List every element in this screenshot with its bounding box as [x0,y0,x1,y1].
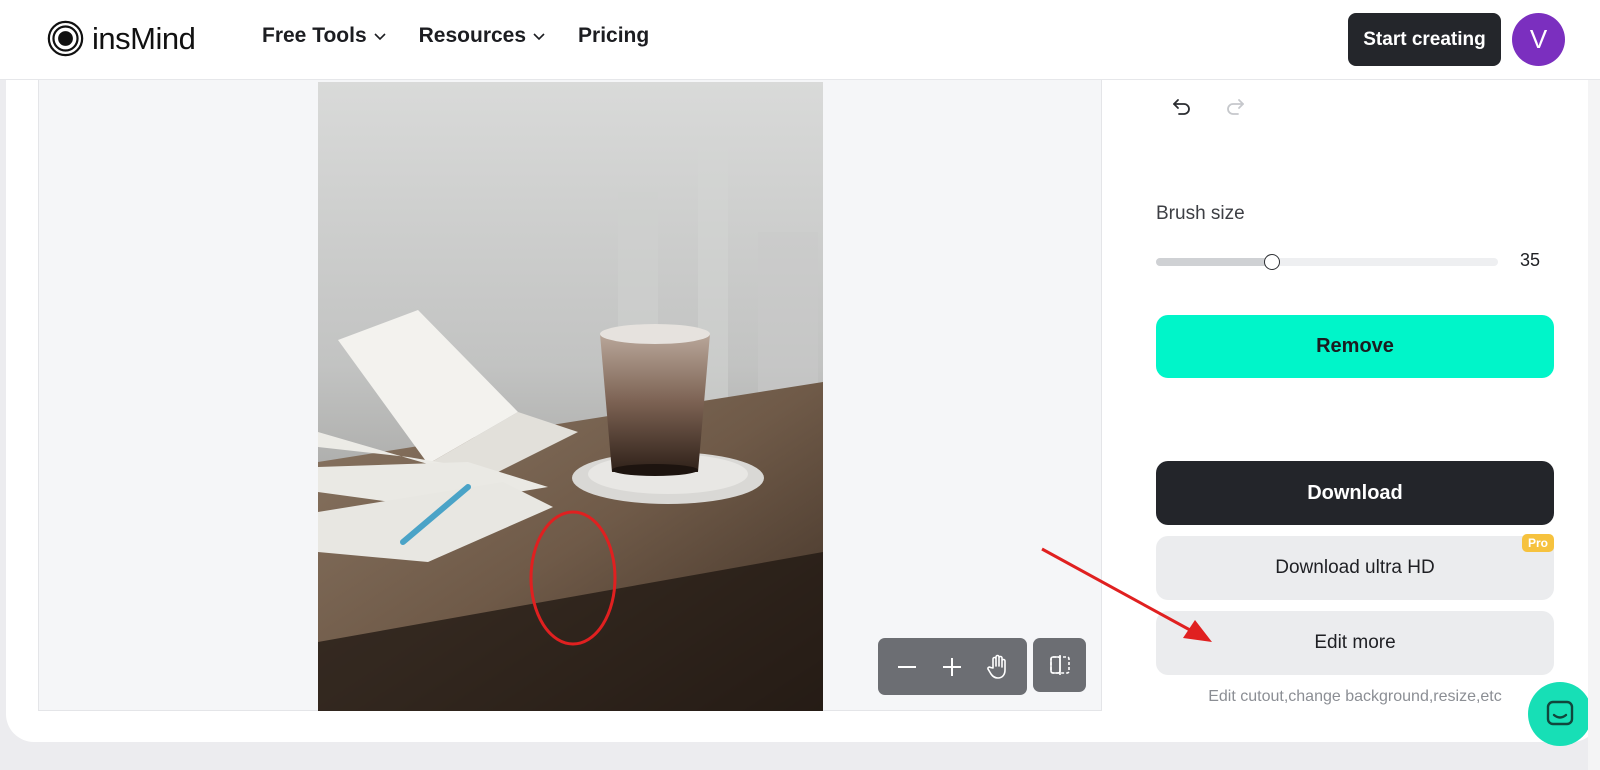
nav-resources-label: Resources [418,24,527,47]
nav-resources[interactable]: Resources [419,24,546,48]
nav-pricing[interactable]: Pricing [578,24,649,48]
photo-image [318,82,823,711]
top-header: insMind Free Tools Resources Pricing Sta… [0,0,1600,80]
remove-button[interactable]: Remove [1156,315,1554,378]
page-scrollbar[interactable] [1588,80,1600,770]
nav-free-tools[interactable]: Free Tools [262,24,387,48]
brand-name: insMind [92,20,196,56]
support-chat-button[interactable] [1528,682,1592,746]
redo-icon[interactable] [1223,95,1247,119]
zoom-out-icon [897,665,916,668]
main-nav: Free Tools Resources Pricing [262,24,681,48]
download-ultra-hd-button[interactable]: Download ultra HD Pro [1156,534,1554,600]
zoom-in-icon [943,657,962,676]
chevron-down-icon [374,33,386,41]
brush-size-value: 35 [1520,250,1541,270]
compare-button[interactable] [1033,638,1086,692]
edit-more-hint: Edit cutout,change background,resize,etc [1208,688,1502,705]
edited-photo[interactable] [318,82,823,711]
chevron-down-icon [533,33,545,41]
brush-size-label: Brush size [1156,203,1245,224]
brush-size-slider[interactable] [1156,254,1498,270]
download-ultra-hd-label: Download ultra HD [1275,557,1435,578]
nav-pricing-label: Pricing [578,24,650,47]
pan-button[interactable] [980,649,1016,685]
pro-badge: Pro [1521,534,1554,552]
hand-pan-icon [987,654,1006,679]
zoom-out-button[interactable] [889,649,925,685]
nav-free-tools-label: Free Tools [262,24,367,47]
compare-icon [1049,655,1070,675]
zoom-in-button[interactable] [934,649,970,685]
slider-fill [1156,258,1273,266]
chat-icon [1546,700,1574,726]
brand-logo[interactable]: insMind [47,20,196,57]
zoom-toolbar [878,638,1027,695]
undo-icon[interactable] [1170,95,1194,119]
user-avatar[interactable]: V [1512,13,1565,66]
edit-more-button[interactable]: Edit more [1156,611,1554,675]
download-button[interactable]: Download [1156,461,1554,525]
insmind-logo-icon [47,20,84,57]
start-creating-button[interactable]: Start creating [1348,13,1501,66]
